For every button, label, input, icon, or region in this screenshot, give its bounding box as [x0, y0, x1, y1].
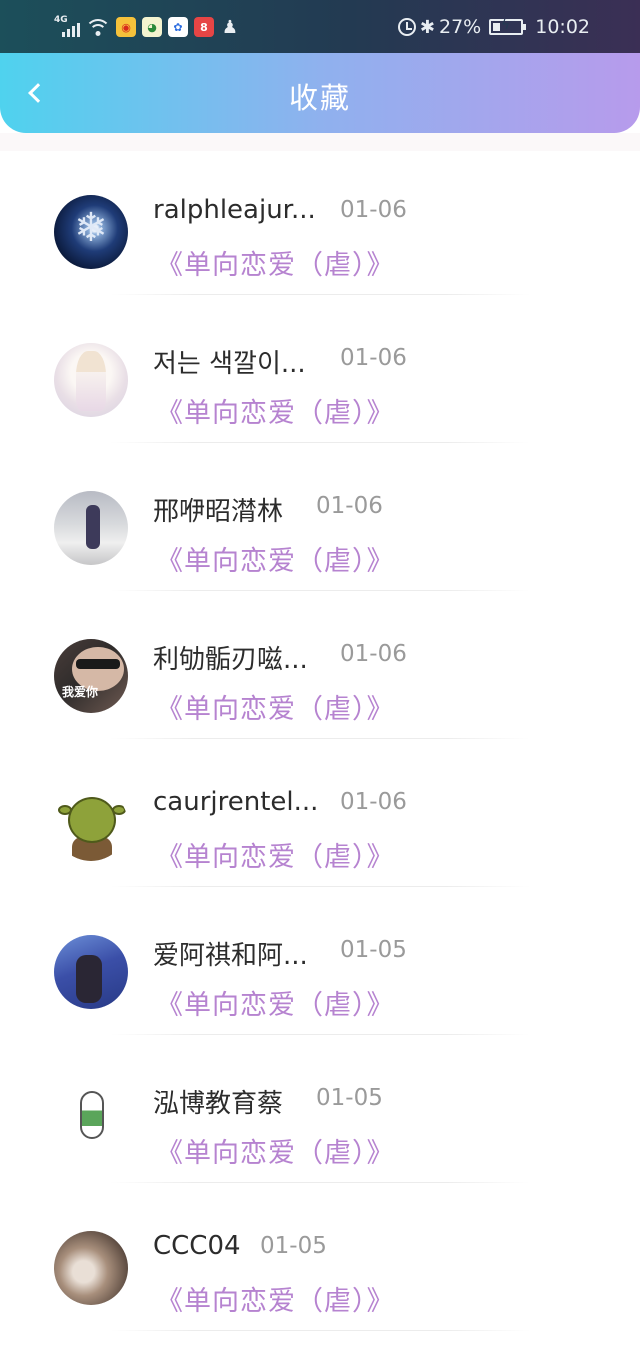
- cellular-signal-icon: 4G: [54, 15, 80, 39]
- avatar[interactable]: [54, 1083, 128, 1157]
- avatar[interactable]: 我爱你: [54, 639, 128, 713]
- item-date: 01-06: [340, 641, 407, 667]
- list-item[interactable]: caurjrentel... 01-06 《单向恋爱（虐）》: [0, 743, 640, 891]
- book-title-link[interactable]: 《单向恋爱（虐）》: [156, 539, 395, 578]
- header-shadow-strip: [0, 133, 640, 151]
- user-name: 爱阿祺和阿...: [153, 941, 308, 971]
- list-item[interactable]: CCC04 01-05 《单向恋爱（虐）》: [0, 1187, 640, 1335]
- item-date: 01-05: [260, 1233, 327, 1259]
- app-notification-icon: ◕: [142, 17, 162, 37]
- user-name: 邢咿昭潸林: [153, 497, 284, 527]
- user-name: 泓博教育蔡: [153, 1089, 284, 1119]
- book-title-link[interactable]: 《单向恋爱（虐）》: [156, 835, 395, 874]
- battery-icon: ϟ: [489, 18, 527, 35]
- list-item[interactable]: 泓博教育蔡 01-05 《单向恋爱（虐）》: [0, 1039, 640, 1187]
- book-title-link[interactable]: 《单向恋爱（虐）》: [156, 243, 395, 282]
- qq-notification-icon: ♟: [221, 16, 239, 38]
- user-name: caurjrentel...: [153, 787, 319, 817]
- battery-percent: 27%: [439, 16, 482, 38]
- list-item[interactable]: ❄ ralphleajur... 01-06 《单向恋爱（虐）》: [0, 151, 640, 299]
- avatar[interactable]: [54, 935, 128, 1009]
- divider: [110, 294, 530, 295]
- book-title-link[interactable]: 《单向恋爱（虐）》: [156, 1279, 395, 1318]
- status-icons-right: ✱ 27% ϟ 10:02: [397, 14, 590, 40]
- item-date: 01-05: [316, 1085, 383, 1111]
- red-app-notification-icon: 8: [194, 17, 214, 37]
- wifi-icon: [86, 17, 110, 37]
- avatar[interactable]: [54, 343, 128, 417]
- avatar[interactable]: [54, 787, 128, 861]
- item-date: 01-06: [340, 789, 407, 815]
- user-name: 利劬骺刃嗞...: [153, 645, 308, 675]
- avatar[interactable]: ❄: [54, 195, 128, 269]
- clock: 10:02: [535, 16, 590, 38]
- book-title-link[interactable]: 《单向恋爱（虐）》: [156, 1131, 395, 1170]
- status-icons-left: 4G ◉ ◕ ✿ 8 ♟: [54, 14, 240, 40]
- page-title: 收藏: [288, 81, 351, 115]
- divider: [110, 886, 530, 887]
- user-name: 저는 색깔이...: [153, 349, 306, 379]
- list-item[interactable]: 저는 색깔이... 01-06 《单向恋爱（虐）》: [0, 299, 640, 447]
- avatar[interactable]: [54, 491, 128, 565]
- book-title-link[interactable]: 《单向恋爱（虐）》: [156, 687, 395, 726]
- user-name: ralphleajur...: [153, 195, 316, 225]
- divider: [110, 1182, 530, 1183]
- baidu-notification-icon: ✿: [168, 17, 188, 37]
- page-header: 收藏: [0, 53, 640, 133]
- battery-fill: [493, 23, 501, 31]
- list-item[interactable]: 爱阿祺和阿... 01-05 《单向恋爱（虐）》: [0, 891, 640, 1039]
- item-date: 01-06: [340, 345, 407, 371]
- book-title-link[interactable]: 《单向恋爱（虐）》: [156, 983, 395, 1022]
- book-title-link[interactable]: 《单向恋爱（虐）》: [156, 391, 395, 430]
- user-name: CCC04: [153, 1231, 241, 1261]
- divider: [110, 590, 530, 591]
- list-item[interactable]: 邢咿昭潸林 01-06 《单向恋爱（虐）》: [0, 447, 640, 595]
- divider: [110, 442, 530, 443]
- status-bar: 4G ◉ ◕ ✿ 8 ♟ ✱ 27% ϟ 10:02: [0, 0, 640, 53]
- item-date: 01-05: [340, 937, 407, 963]
- weibo-notification-icon: ◉: [116, 17, 136, 37]
- list-item[interactable]: 我爱你 利劬骺刃嗞... 01-06 《单向恋爱（虐）》: [0, 595, 640, 743]
- avatar-caption: 我爱你: [62, 685, 99, 699]
- divider: [110, 1330, 530, 1331]
- favorites-list: ❄ ralphleajur... 01-06 《单向恋爱（虐）》 저는 색깔이.…: [0, 151, 640, 1335]
- bluetooth-icon: ✱: [419, 16, 435, 38]
- item-date: 01-06: [316, 493, 383, 519]
- divider: [110, 1034, 530, 1035]
- alarm-icon: [397, 18, 416, 36]
- divider: [110, 738, 530, 739]
- item-date: 01-06: [340, 197, 407, 223]
- avatar[interactable]: [54, 1231, 128, 1305]
